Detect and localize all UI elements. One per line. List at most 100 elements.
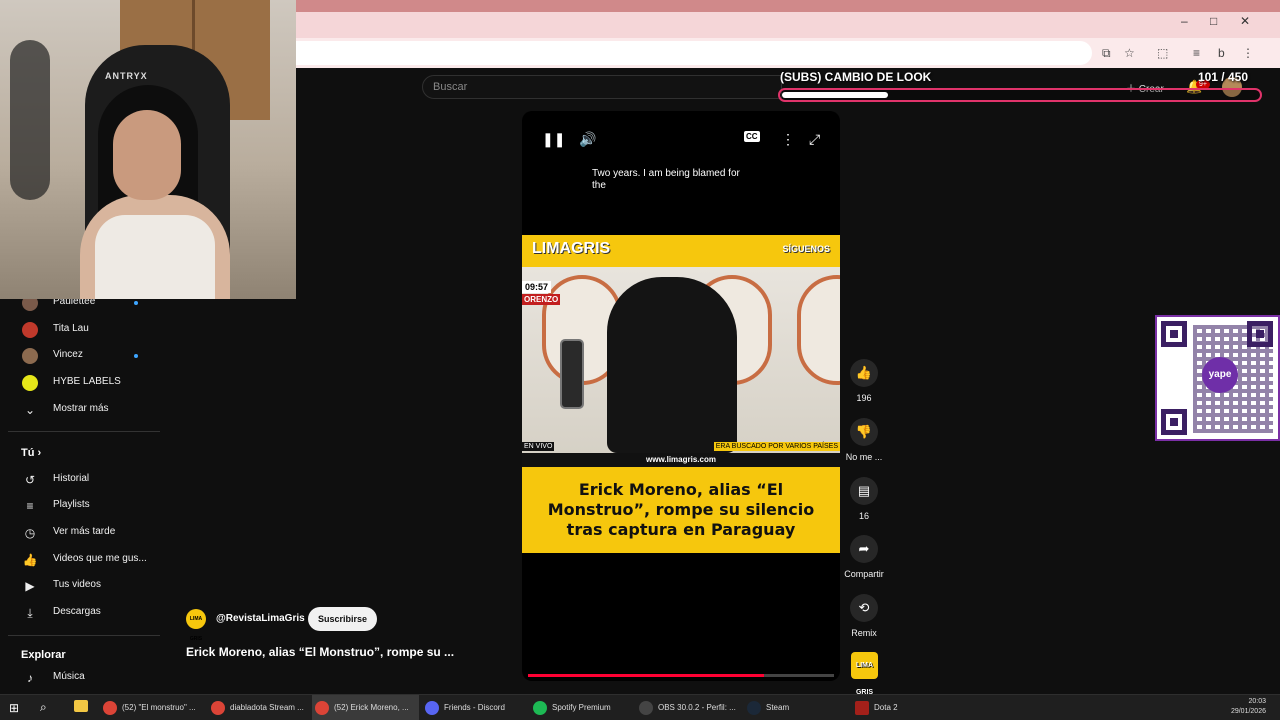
hooded-figure: [607, 277, 737, 453]
clock-icon: ◷: [24, 526, 36, 540]
taskbar-app-steam[interactable]: Steam: [744, 695, 844, 720]
search-icon[interactable]: ⌕: [40, 700, 47, 715]
fullscreen-icon[interactable]: ⤢: [809, 131, 820, 148]
taskbar-app-discord[interactable]: Friends - Discord: [422, 695, 528, 720]
taskbar-app-chrome-2[interactable]: diabladota Stream ...: [208, 695, 312, 720]
steam-icon: [747, 701, 761, 715]
chrome-icon: [211, 701, 225, 715]
sidebar-item-label: Música: [53, 671, 85, 682]
taskbar-app-label: Steam: [766, 703, 790, 712]
remix-button[interactable]: ⟲ Remix: [842, 594, 886, 638]
sidebar-item-watch-later[interactable]: ◷ Ver más tarde: [8, 521, 160, 545]
sidebar-item-tita-lau[interactable]: Tita Lau: [8, 318, 160, 342]
sidebar-item-vincez[interactable]: Vincez: [8, 344, 160, 368]
maximize-button[interactable]: □: [1210, 14, 1217, 28]
sidebar-item-your-videos[interactable]: ▶ Tus videos: [8, 574, 160, 598]
bookmark-star-icon[interactable]: ☆: [1124, 46, 1135, 60]
comment-icon: ▤: [850, 477, 878, 505]
sidebar-item-label: Playlists: [53, 499, 90, 510]
search-input[interactable]: Buscar: [422, 75, 782, 99]
thumbs-up-icon: 👍: [22, 553, 38, 567]
dislike-label: No me ...: [845, 452, 883, 462]
chair-brand: ANTRYX: [105, 71, 148, 81]
taskbar-app-chrome-1[interactable]: (52) "El monstruo" ...: [100, 695, 208, 720]
video-progress-bar[interactable]: [528, 674, 834, 677]
taskbar-app-label: Friends - Discord: [444, 703, 505, 712]
captions-button[interactable]: CC: [744, 131, 760, 142]
short-title[interactable]: Erick Moreno, alias “El Monstruo”, rompe…: [186, 645, 454, 659]
sidebar-item-label: HYBE LABELS: [53, 376, 121, 387]
yape-logo: yape: [1202, 357, 1238, 393]
video-timestamp: 09:57: [522, 281, 552, 293]
video-location: ORENZO: [522, 294, 561, 305]
goal-progress-track: [778, 88, 1262, 102]
police-emblem: [797, 275, 840, 385]
phone-in-hand: [560, 339, 584, 409]
clock-date: 29/01/2026: [1230, 708, 1266, 715]
channel-avatar[interactable]: LIMA GRIS: [186, 609, 206, 642]
channel-avatar: [22, 348, 38, 364]
channel-avatar: [22, 322, 38, 338]
discord-icon: [425, 701, 439, 715]
channel-thumbnail[interactable]: LIMA GRIS: [851, 652, 878, 696]
reading-list-icon[interactable]: ≡: [1193, 46, 1200, 60]
system-clock[interactable]: 20:03 29/01/2026: [1231, 697, 1266, 717]
show-more-label: Mostrar más: [53, 403, 109, 414]
subscribe-button[interactable]: Suscribirse: [308, 607, 377, 631]
comments-button[interactable]: ▤ 16: [842, 477, 886, 521]
you-heading[interactable]: Tú ›: [21, 447, 41, 459]
sidebar-divider: [8, 431, 160, 432]
sidebar-item-downloads[interactable]: ⤓ Descargas: [8, 601, 160, 625]
download-icon: ⤓: [27, 606, 33, 620]
more-options-icon[interactable]: ⋮: [781, 131, 795, 148]
file-explorer-icon[interactable]: [74, 700, 88, 712]
sidebar-item-hybe-labels[interactable]: HYBE LABELS: [8, 371, 160, 395]
thumbs-down-icon: 👎: [850, 418, 878, 446]
share-icon: ➦: [850, 535, 878, 563]
show-more-button[interactable]: ⌄ Mostrar más: [8, 398, 160, 422]
taskbar-app-dota2[interactable]: Dota 2: [852, 695, 952, 720]
taskbar-app-obs[interactable]: OBS 30.0.2 - Perfil: ...: [636, 695, 742, 720]
shorts-player[interactable]: ❚❚ 🔊 CC ⋮ ⤢ Two years. I am being blamed…: [522, 111, 840, 681]
taskbar-app-chrome-3[interactable]: (52) Erick Moreno, ...: [312, 695, 419, 720]
taskbar-app-label: diabladota Stream ...: [230, 703, 304, 712]
video-caption: Two years. I am being blamed for the: [592, 168, 740, 191]
history-icon: ↺: [24, 473, 36, 487]
windows-start-icon[interactable]: ⊞: [9, 701, 19, 715]
sidebar-item-music[interactable]: ♪ Música: [8, 666, 160, 690]
goal-progress-fill: [782, 92, 888, 98]
browser-menu-icon[interactable]: ⋮: [1242, 46, 1254, 60]
share-button[interactable]: ➦ Compartir: [842, 535, 886, 579]
sidebar-item-history[interactable]: ↺ Historial: [8, 468, 160, 492]
extensions-icon[interactable]: ⬚: [1157, 46, 1168, 60]
sidebar-item-label: Descargas: [53, 606, 101, 617]
close-button[interactable]: ✕: [1240, 14, 1250, 28]
website-url: www.limagris.com: [522, 453, 840, 467]
sidebar-item-label: Tus videos: [53, 579, 101, 590]
taskbar-app-spotify[interactable]: Spotify Premium: [530, 695, 634, 720]
news-ticker: ERA BUSCADO POR VARIOS PAÍSES: [713, 442, 840, 451]
install-app-icon[interactable]: ⧉: [1102, 46, 1111, 61]
volume-icon[interactable]: 🔊: [579, 131, 596, 148]
taskbar: ⊞ ⌕ (52) "El monstruo" ... diabladota St…: [0, 694, 1280, 720]
streamer-shirt: [95, 215, 215, 299]
address-field[interactable]: [296, 41, 1092, 65]
chrome-icon: [315, 701, 329, 715]
spotify-icon: [533, 701, 547, 715]
minimize-button[interactable]: –: [1181, 14, 1188, 28]
remix-label: Remix: [851, 628, 877, 638]
tab-strip: [296, 0, 1280, 12]
dislike-button[interactable]: 👎 No me ...: [842, 418, 886, 462]
pause-icon[interactable]: ❚❚: [542, 131, 565, 148]
chrome-icon: [103, 701, 117, 715]
follow-label: SÍGUENOS: [782, 244, 830, 254]
sidebar-item-label: Tita Lau: [53, 323, 89, 334]
qr-finder: [1161, 321, 1187, 347]
like-button[interactable]: 👍 196: [842, 359, 886, 403]
channel-name[interactable]: @RevistaLimaGris: [216, 613, 305, 624]
streamer-face: [113, 110, 181, 200]
clock-time: 20:03: [1248, 698, 1266, 705]
sidebar-item-liked-videos[interactable]: 👍 Videos que me gus...: [8, 548, 160, 572]
profile-icon[interactable]: b: [1218, 46, 1225, 60]
sidebar-item-playlists[interactable]: ≡ Playlists: [8, 494, 160, 518]
